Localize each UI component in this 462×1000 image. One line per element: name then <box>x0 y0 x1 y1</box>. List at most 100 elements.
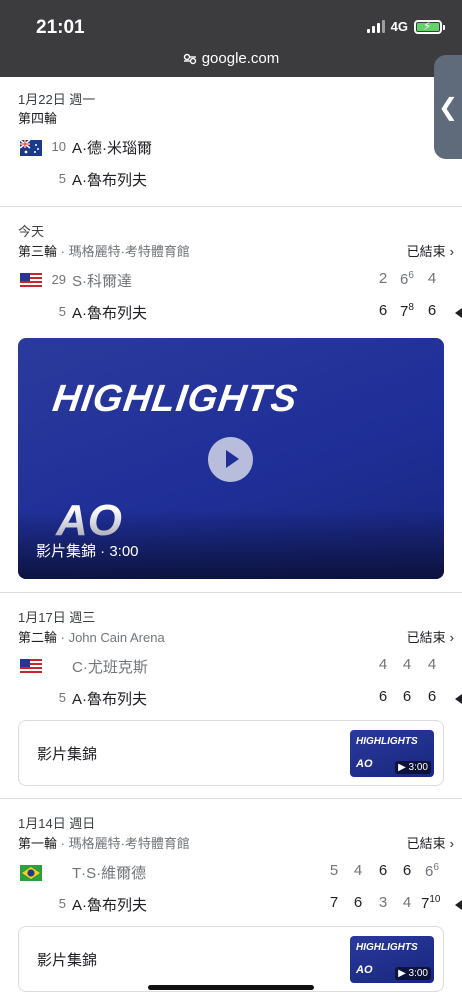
winner-indicator <box>455 900 462 910</box>
set-score: 4 <box>427 270 437 287</box>
set-score: 2 <box>378 270 388 287</box>
browser-top-bar: 21:01 4G ⚡ google.com <box>0 0 462 77</box>
player-seed: 5 <box>58 690 66 705</box>
player-name: A·魯布列夫 <box>72 172 148 189</box>
set-score: 66 <box>425 862 439 880</box>
url-bar[interactable]: google.com <box>0 50 462 67</box>
player-row[interactable]: 5 A·魯布列夫 6 78 6 <box>0 298 462 326</box>
highlight-link-card[interactable]: 影片集錦 HIGHLIGHTS AO ▶ 3:00 <box>18 720 444 786</box>
player-seed: 5 <box>58 896 66 911</box>
player-seed: 5 <box>58 171 66 186</box>
set-score: 6 <box>378 302 388 319</box>
tiebreak-score: 10 <box>429 894 441 905</box>
set-score: 66 <box>400 270 414 288</box>
video-thumbnail: HIGHLIGHTS AO ▶ 3:00 <box>350 936 434 983</box>
highlights-title: HIGHLIGHTS <box>50 378 301 420</box>
url-text: google.com <box>201 50 280 67</box>
chevron-right-icon: › <box>449 244 454 259</box>
match-date: 今天 <box>18 224 45 239</box>
player-name: S·科爾達 <box>72 273 133 290</box>
chevron-right-icon: › <box>449 630 454 645</box>
player-name: A·魯布列夫 <box>72 305 148 322</box>
highlight-label: 影片集錦 <box>37 952 98 969</box>
player-name: T·S·維爾德 <box>72 865 147 882</box>
player-row[interactable]: 10 A·德·米瑙爾 <box>0 133 462 161</box>
video-duration: ▶ 3:00 <box>395 967 431 980</box>
side-panel-handle[interactable]: ❮ <box>434 55 462 159</box>
set-score: 3 <box>378 894 388 911</box>
set-score: 710 <box>421 894 441 912</box>
status-time: 21:01 <box>36 17 85 38</box>
video-duration: ▶ 3:00 <box>395 761 431 774</box>
set-score: 4 <box>402 656 412 673</box>
player-row[interactable]: T·S·維爾德 5 4 6 6 66 <box>0 858 462 886</box>
player-name: A·魯布列夫 <box>72 691 148 708</box>
match-round: 第一輪 · 瑪格麗特·考特體育館 <box>18 836 190 851</box>
set-score: 5 <box>329 862 339 879</box>
section-divider <box>0 592 462 593</box>
player-row[interactable]: 29 S·科爾達 2 66 4 <box>0 266 462 294</box>
set-score: 6 <box>402 688 412 705</box>
set-score: 78 <box>400 302 414 320</box>
flag-usa-icon <box>20 659 42 675</box>
chevron-left-icon: ❮ <box>437 93 459 121</box>
tiebreak-score: 8 <box>408 302 414 313</box>
player-row[interactable]: C·尤班克斯 4 4 4 <box>0 652 462 680</box>
match-status[interactable]: 已結束 › <box>407 627 454 646</box>
match-date: 1月14日 週日 <box>18 816 96 831</box>
ao-logo: AO <box>356 758 373 770</box>
match-venue: · 瑪格麗特·考特體育館 <box>57 244 190 259</box>
set-score: 6 <box>402 862 412 879</box>
flag-brazil-icon <box>20 865 42 881</box>
video-thumbnail: HIGHLIGHTS AO ▶ 3:00 <box>350 730 434 777</box>
thumb-title: HIGHLIGHTS <box>356 942 418 953</box>
flag-australia-icon <box>20 139 42 156</box>
player-seed: 10 <box>51 139 66 154</box>
flag-usa-icon <box>20 273 42 289</box>
set-score: 6 <box>427 302 437 319</box>
highlight-link-card[interactable]: 影片集錦 HIGHLIGHTS AO ▶ 3:00 <box>18 926 444 992</box>
match-round: 第二輪 · John Cain Arena <box>18 630 165 645</box>
thumb-title: HIGHLIGHTS <box>356 736 418 747</box>
home-indicator[interactable] <box>148 985 314 990</box>
set-score: 6 <box>427 688 437 705</box>
winner-indicator <box>455 694 462 704</box>
player-seed: 29 <box>51 272 66 287</box>
set-score: 6 <box>378 688 388 705</box>
player-row[interactable]: 5 A·魯布列夫 7 6 3 4 710 <box>0 890 462 918</box>
match-date: 1月22日 週一 <box>18 92 96 107</box>
player-row[interactable]: 5 A·魯布列夫 <box>0 165 462 193</box>
status-indicators: 4G ⚡ <box>366 19 445 34</box>
match-status[interactable]: 已結束 › <box>407 241 454 260</box>
player-name: A·魯布列夫 <box>72 897 148 914</box>
set-score: 4 <box>427 656 437 673</box>
tiebreak-score: 6 <box>433 862 439 873</box>
network-label: 4G <box>390 19 408 34</box>
player-seed: 5 <box>58 304 66 319</box>
match-venue: · 瑪格麗特·考特體育館 <box>57 836 190 851</box>
section-divider <box>0 798 462 799</box>
set-score: 4 <box>353 862 363 879</box>
match-round: 第三輪 · 瑪格麗特·考特體育館 <box>18 244 190 259</box>
winner-indicator <box>455 308 462 318</box>
tiebreak-score: 6 <box>408 270 414 281</box>
set-score: 6 <box>378 862 388 879</box>
signal-icon <box>366 20 385 33</box>
highlight-video-card[interactable]: HIGHLIGHTS AO 影片集錦 · 3:00 <box>18 338 444 579</box>
match-status[interactable]: 已結束 › <box>407 833 454 852</box>
match-date: 1月17日 週三 <box>18 610 96 625</box>
player-row[interactable]: 5 A·魯布列夫 6 6 6 <box>0 684 462 712</box>
highlight-label: 影片集錦 <box>37 746 98 763</box>
ao-logo: AO <box>356 964 373 976</box>
battery-charging-icon: ⚡ <box>414 19 445 34</box>
player-name: A·德·米瑙爾 <box>72 140 152 157</box>
set-score: 7 <box>329 894 339 911</box>
video-caption: 影片集錦 · 3:00 <box>36 543 139 560</box>
play-icon[interactable] <box>208 437 253 482</box>
set-score: 4 <box>378 656 388 673</box>
set-score: 6 <box>353 894 363 911</box>
match-round: 第四輪 <box>18 111 58 126</box>
player-name: C·尤班克斯 <box>72 659 148 676</box>
set-score: 4 <box>402 894 412 911</box>
site-settings-icon <box>183 53 196 64</box>
